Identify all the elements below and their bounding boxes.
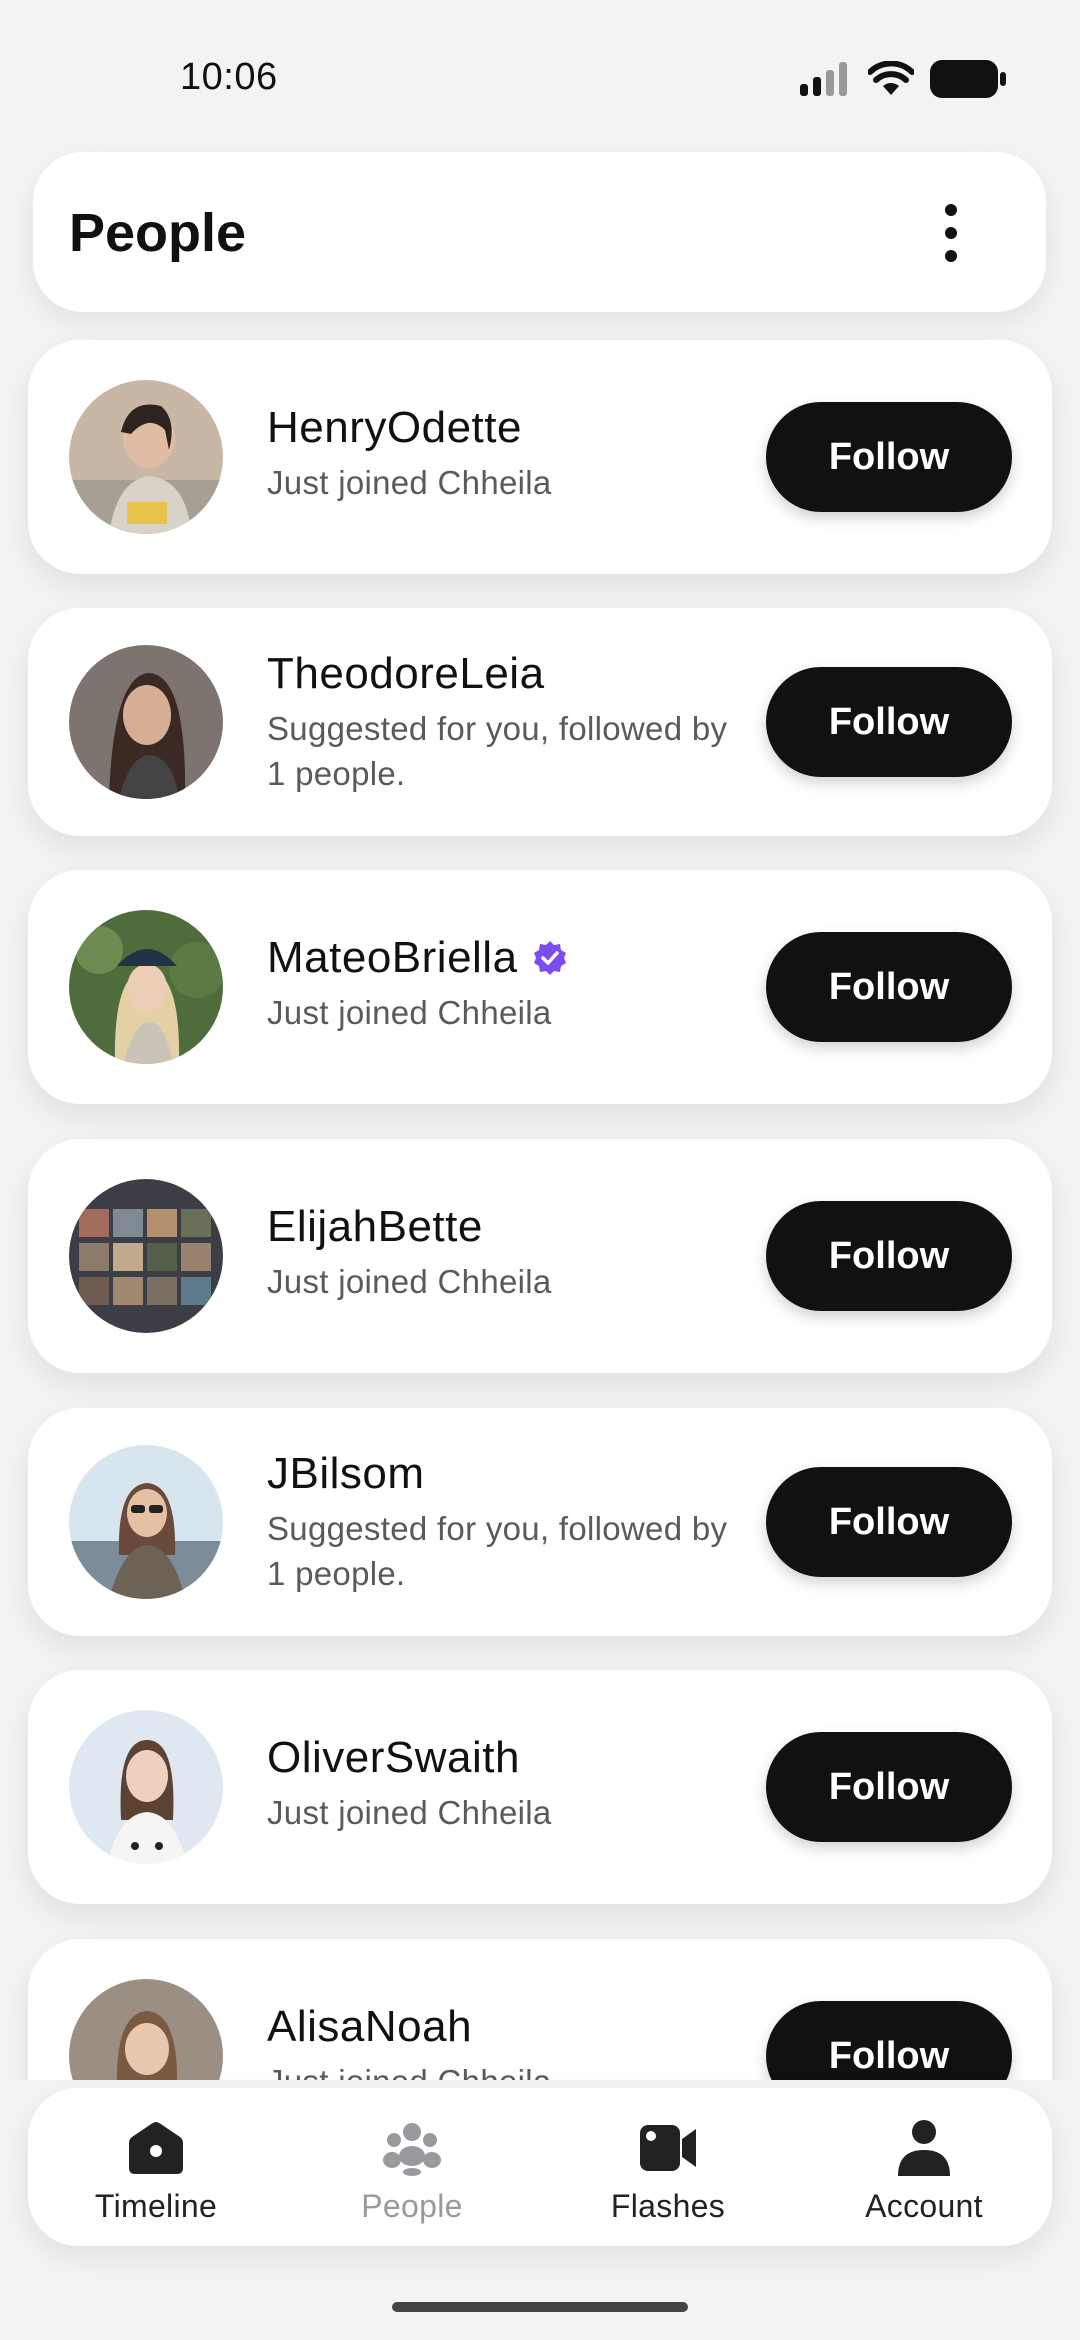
nav-item-account[interactable]: Account xyxy=(796,2088,1052,2246)
user-name[interactable]: HenryOdette xyxy=(267,402,747,454)
user-text: ElijahBette Just joined Chheila xyxy=(267,1201,747,1304)
user-subtitle: Just joined Chheila xyxy=(267,1794,552,1831)
user-text: JBilsom Suggested for you, followed by 1… xyxy=(267,1448,747,1596)
people-screen: 10:06 People HenryOdette Just joined Chh… xyxy=(0,0,1080,2340)
user-text: OliverSwaith Just joined Chheila xyxy=(267,1732,747,1835)
account-icon xyxy=(892,2118,956,2178)
user-text: HenryOdette Just joined Chheila xyxy=(267,402,747,505)
user-subtitle: Suggested for you, followed by 1 people. xyxy=(267,710,728,792)
person-card[interactable]: HenryOdette Just joined Chheila Follow xyxy=(28,340,1052,574)
verified-badge-icon xyxy=(533,941,566,975)
people-icon xyxy=(380,2118,444,2178)
video-icon xyxy=(636,2118,700,2178)
more-dot-icon xyxy=(945,227,957,239)
avatar[interactable] xyxy=(69,1179,223,1333)
user-subtitle: Just joined Chheila xyxy=(267,464,552,501)
nav-label: Flashes xyxy=(610,2188,726,2224)
nav-item-timeline[interactable]: Timeline xyxy=(28,2088,284,2246)
user-subtitle: Suggested for you, followed by 1 people. xyxy=(267,1510,728,1592)
more-dot-icon xyxy=(945,250,957,262)
nav-item-flashes[interactable]: Flashes xyxy=(540,2088,796,2246)
follow-button[interactable]: Follow xyxy=(766,402,1012,512)
wifi-icon xyxy=(868,61,914,95)
nav-label: Timeline xyxy=(94,2188,218,2224)
follow-button[interactable]: Follow xyxy=(766,932,1012,1042)
user-name[interactable]: JBilsom xyxy=(267,1448,747,1500)
page-title: People xyxy=(69,203,247,263)
avatar[interactable] xyxy=(69,1710,223,1864)
person-card[interactable]: OliverSwaith Just joined Chheila Follow xyxy=(28,1670,1052,1904)
avatar[interactable] xyxy=(69,1445,223,1599)
battery-icon xyxy=(930,60,1006,98)
home-indicator[interactable] xyxy=(392,2302,688,2312)
nav-item-people[interactable]: People xyxy=(284,2088,540,2246)
user-name[interactable]: MateoBriella xyxy=(267,932,747,984)
status-time: 10:06 xyxy=(180,56,278,98)
user-text: MateoBriella Just joined Chheila xyxy=(267,932,747,1035)
person-card[interactable]: ElijahBette Just joined Chheila Follow xyxy=(28,1139,1052,1373)
user-name[interactable]: ElijahBette xyxy=(267,1201,747,1253)
user-name[interactable]: OliverSwaith xyxy=(267,1732,747,1784)
person-card[interactable]: JBilsom Suggested for you, followed by 1… xyxy=(28,1408,1052,1636)
follow-button[interactable]: Follow xyxy=(766,667,1012,777)
avatar[interactable] xyxy=(69,380,223,534)
follow-button[interactable]: Follow xyxy=(766,1467,1012,1577)
bottom-navigation: Timeline People Flashes Account xyxy=(28,2088,1052,2246)
more-options-button[interactable] xyxy=(936,198,966,268)
more-dot-icon xyxy=(945,204,957,216)
avatar[interactable] xyxy=(69,910,223,1064)
user-name[interactable]: TheodoreLeia xyxy=(267,648,747,700)
home-icon xyxy=(124,2118,188,2178)
top-app-bar: People xyxy=(33,152,1046,312)
avatar[interactable] xyxy=(69,645,223,799)
user-text: TheodoreLeia Suggested for you, followed… xyxy=(267,648,747,796)
follow-button[interactable]: Follow xyxy=(766,1201,1012,1311)
user-name[interactable]: AlisaNoah xyxy=(267,2001,747,2053)
status-bar: 10:06 xyxy=(0,0,1080,150)
signal-icon xyxy=(800,62,847,96)
status-icons xyxy=(800,60,1006,98)
nav-label: People xyxy=(361,2188,463,2224)
person-card[interactable]: MateoBriella Just joined Chheila Follow xyxy=(28,870,1052,1104)
person-card[interactable]: TheodoreLeia Suggested for you, followed… xyxy=(28,608,1052,836)
user-subtitle: Just joined Chheila xyxy=(267,994,552,1031)
follow-button[interactable]: Follow xyxy=(766,1732,1012,1842)
user-subtitle: Just joined Chheila xyxy=(267,1263,552,1300)
nav-label: Account xyxy=(865,2188,983,2224)
